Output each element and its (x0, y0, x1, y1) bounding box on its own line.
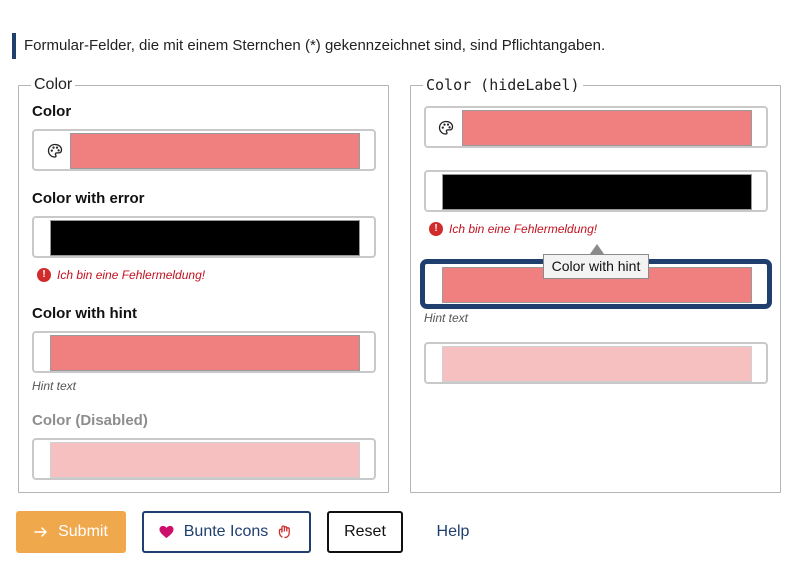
palette-icon (438, 120, 454, 135)
color-swatch (50, 442, 360, 478)
error-message: ! Ich bin eine Fehlermeldung! (37, 268, 205, 282)
color-hint-field[interactable] (32, 331, 376, 373)
hint-text: Hint text (32, 379, 77, 393)
color-swatch (50, 220, 360, 256)
exclamation-circle-icon: ! (429, 222, 443, 236)
color-field-hidelabel[interactable] (424, 106, 768, 148)
color-swatch (442, 174, 752, 210)
color-disabled-field (32, 438, 376, 480)
heart-icon (159, 525, 174, 539)
exclamation-circle-icon: ! (37, 268, 51, 282)
color-error-label: Color with error (32, 190, 145, 207)
palette-icon (47, 143, 63, 158)
hint-text: Hint text (424, 311, 469, 325)
color-swatch (462, 110, 752, 146)
color-label: Color (32, 103, 72, 120)
color-swatch (50, 335, 360, 371)
help-link[interactable]: Help (425, 511, 481, 553)
submit-button[interactable]: Submit (16, 511, 126, 553)
error-text: Ich bin eine Fehlermeldung! (449, 222, 598, 236)
bunte-icons-label: Bunte Icons (183, 523, 269, 540)
arrow-right-icon (34, 527, 47, 537)
error-message: ! Ich bin eine Fehlermeldung! (429, 222, 597, 236)
color-error-field[interactable] (32, 216, 376, 258)
hand-icon (279, 525, 291, 539)
tooltip: Color with hint (543, 254, 649, 279)
color-disabled-field-hidelabel (424, 342, 768, 384)
color-swatch (442, 346, 752, 382)
color-field[interactable] (32, 129, 376, 171)
color-swatch (70, 133, 360, 169)
reset-button[interactable]: Reset (327, 511, 403, 553)
required-fields-notice: Formular-Felder, die mit einem Sternchen… (12, 33, 605, 59)
color-error-field-hidelabel[interactable] (424, 170, 768, 212)
fieldset-legend: Color (31, 76, 76, 94)
error-text: Ich bin eine Fehlermeldung! (57, 268, 206, 282)
color-disabled-label: Color (Disabled) (32, 412, 148, 429)
fieldset-legend: Color (hideLabel) (423, 76, 583, 94)
tooltip-arrow (590, 244, 604, 254)
submit-label: Submit (58, 523, 108, 540)
bunte-icons-button[interactable]: Bunte Icons (142, 511, 311, 553)
color-hint-label: Color with hint (32, 305, 137, 322)
